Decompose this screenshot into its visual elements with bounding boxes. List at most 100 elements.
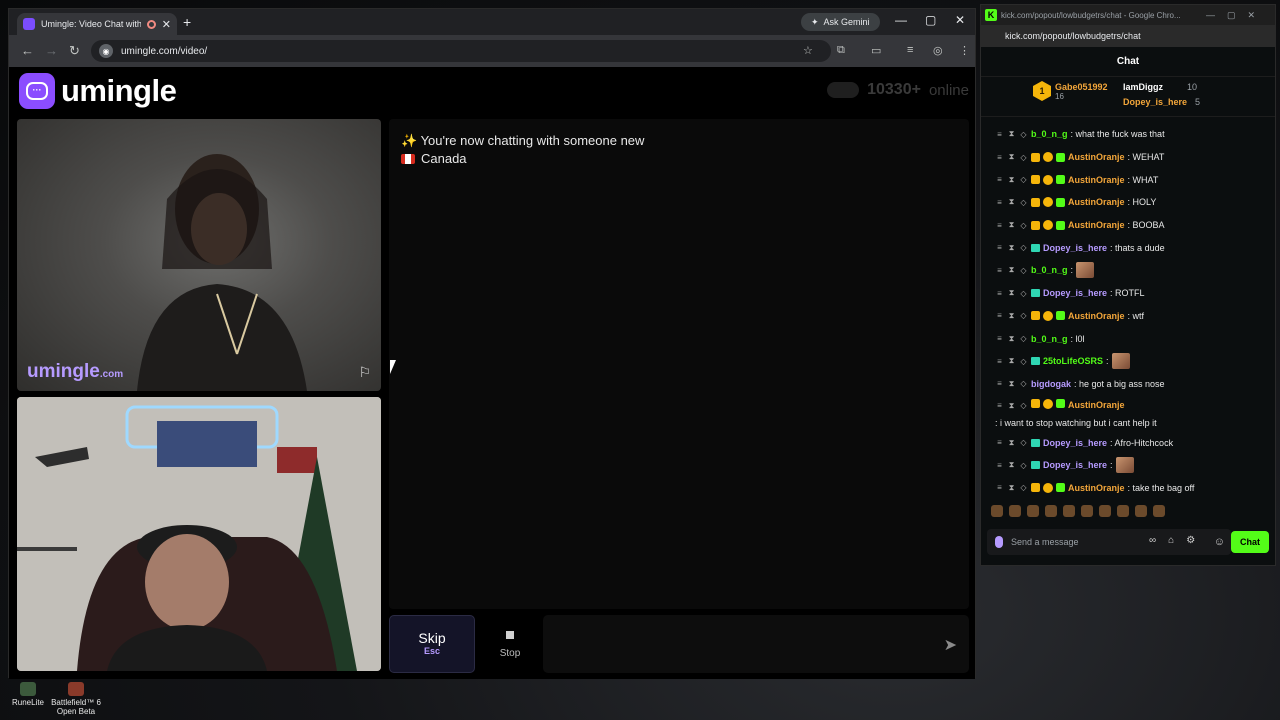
leader-first-count: 16 [1055,91,1064,101]
chat-username[interactable]: AustinOranje [1068,152,1125,162]
shield-icon: ◇ [1020,379,1027,389]
online-toggle[interactable] [827,82,860,98]
chat-text: : ROTFL [1110,288,1145,299]
kick-url[interactable]: kick.com/popout/lowbudgetrs/chat [981,25,1275,47]
report-flag-icon[interactable]: ⚐ [358,364,371,381]
emote-icon[interactable] [1009,505,1021,517]
emote-icon[interactable] [991,505,1003,517]
online-counter: 10330+ online [827,81,969,99]
chat-message[interactable]: ≡ ⧗ ◇ Dopey_is_here: ROTFL [981,282,1275,305]
window-controls[interactable]: —▢✕ [1206,10,1275,21]
chat-username[interactable]: b_0_n_g [1031,129,1068,139]
chat-username[interactable]: b_0_n_g [1031,334,1068,344]
chat-text: : HOLY [1127,197,1157,208]
chat-message[interactable]: ≡ ⧗ ◇ AustinOranje: take the bag off [981,477,1275,499]
emote-icon[interactable] [1117,505,1129,517]
site-info-icon[interactable]: ◉ [99,44,113,58]
chat-username[interactable]: AustinOranje [1068,175,1125,185]
cast-icon[interactable]: ▭ [871,44,881,57]
chat-username[interactable]: Dopey_is_here [1043,438,1107,448]
stop-button[interactable]: Stop [483,615,537,673]
chat-username[interactable]: Dopey_is_here [1043,288,1107,298]
skip-button[interactable]: Skip Esc [389,615,475,673]
extensions-icon[interactable]: ⧉ [837,44,845,57]
emote-icon[interactable] [1081,505,1093,517]
shield-icon: ◇ [1020,460,1027,470]
umingle-logo[interactable]: ··· umingle [19,73,177,109]
minimize-icon[interactable]: — [895,13,907,27]
runelite-label: RuneLite [11,698,45,707]
kick-logo-icon: K [985,9,997,21]
stop-icon [506,631,514,639]
chat-username[interactable]: AustinOranje [1068,197,1125,207]
new-tab-button[interactable]: + [183,14,191,30]
chat-message[interactable]: ≡ ⧗ ◇ AustinOranje: wtf [981,305,1275,328]
leader-first[interactable]: 1 Gabe051992 16 [1033,81,1108,101]
chat-message[interactable]: ≡ ⧗ ◇ Dopey_is_here: thats a dude [981,236,1275,259]
stranger-silhouette [137,154,307,391]
leader-third[interactable]: Dopey_is_here 5 [1123,94,1200,109]
recording-icon [146,19,156,29]
chat-message[interactable]: ≡ ⧗ ◇ AustinOranje: i want to stop watching… [981,395,1275,431]
chat-message[interactable]: ≡ ⧗ ◇ b_0_n_g: l0l [981,327,1275,350]
chat-username[interactable]: Dopey_is_here [1043,243,1107,253]
chat-username[interactable]: 25toLifeOSRS [1043,356,1103,366]
omnibox[interactable]: ◉ umingle.com/video/ [91,40,831,62]
ask-gemini-button[interactable]: ✦ Ask Gemini [801,13,880,31]
emote-icon[interactable] [1099,505,1111,517]
settings-gear-icon[interactable]: ⚙ [1186,535,1195,546]
shield-icon: ◇ [1020,152,1027,162]
battlefield-desktop-icon[interactable]: Battlefield™ 6 Open Beta [50,682,102,716]
chat-username[interactable]: AustinOranje [1068,220,1125,230]
chat-message[interactable]: ≡ ⧗ ◇ Dopey_is_here: Afro-Hitchcock [981,431,1275,454]
leader-second[interactable]: IamDiggz 10 [1123,79,1200,94]
pin-icon: ≡ [997,197,1002,207]
pin-icon: ≡ [997,438,1002,448]
chat-send-button[interactable]: Chat [1231,531,1269,553]
menu-kebab-icon[interactable]: ⋮ [959,44,970,57]
reload-icon[interactable]: ↻ [69,43,80,59]
chat-username[interactable]: bigdogak [1031,379,1071,389]
bookmark-star-icon[interactable]: ☆ [803,44,813,57]
emoji-icon[interactable]: ☺ [1214,536,1225,548]
chat-text: : take the bag off [1127,482,1195,493]
send-icon[interactable]: ➤ [944,635,957,655]
emote-icon[interactable] [1027,505,1039,517]
chat-username[interactable]: AustinOranje [1068,483,1125,493]
tab-umingle[interactable]: Umingle: Video Chat with S ✕ [17,13,177,35]
chat-message[interactable]: ≡ ⧗ ◇ bigdogak: he got a big ass nose [981,373,1275,396]
media-icon[interactable]: ≡ [907,44,913,56]
chat-message[interactable]: ≡ ⧗ ◇ b_0_n_g: [981,259,1275,282]
chat-message[interactable]: ≡ ⧗ ◇ AustinOranje: BOOBA [981,214,1275,237]
chat-username[interactable]: Dopey_is_here [1043,460,1107,470]
chat-message[interactable]: ≡ ⧗ ◇ 25toLifeOSRS: [981,350,1275,373]
country-line: Canada [401,151,467,166]
pin-icon: ≡ [997,265,1002,275]
message-input[interactable]: ➤ [543,615,969,673]
close-tab-icon[interactable]: ✕ [162,18,171,31]
runelite-desktop-icon[interactable]: RuneLite [8,682,48,707]
mic-icon[interactable] [995,536,1003,548]
chat-username[interactable]: b_0_n_g [1031,265,1068,275]
emote-icon[interactable] [1135,505,1147,517]
emote-icon[interactable] [1045,505,1057,517]
chat-username[interactable]: AustinOranje [1068,311,1125,321]
chat-username[interactable]: AustinOranje [1068,399,1125,412]
chat-message[interactable]: ≡ ⧗ ◇ AustinOranje: HOLY [981,191,1275,214]
shield-icon: ◇ [1020,265,1027,275]
forward-icon[interactable]: → [45,43,58,58]
back-icon[interactable]: ← [21,43,34,58]
close-window-icon[interactable]: ✕ [955,13,965,27]
chat-message[interactable]: ≡ ⧗ ◇ Dopey_is_here: [981,454,1275,477]
loop-icon[interactable]: ∞ [1149,535,1156,546]
chat-message[interactable]: ≡ ⧗ ◇ AustinOranje: WEHAT [981,146,1275,169]
emote-icon[interactable] [1153,505,1165,517]
chat-message[interactable]: ≡ ⧗ ◇ b_0_n_g: what the fuck was that [981,123,1275,146]
maximize-icon[interactable]: ▢ [925,13,936,27]
emote-icon[interactable] [1063,505,1075,517]
gift-badge-icon [1056,197,1065,207]
profile-icon[interactable]: ◎ [933,44,943,57]
chat-message[interactable]: ≡ ⧗ ◇ AustinOranje: WHAT [981,168,1275,191]
store-icon[interactable]: ⌂ [1168,535,1174,546]
timeout-icon: ⧗ [1008,288,1015,298]
